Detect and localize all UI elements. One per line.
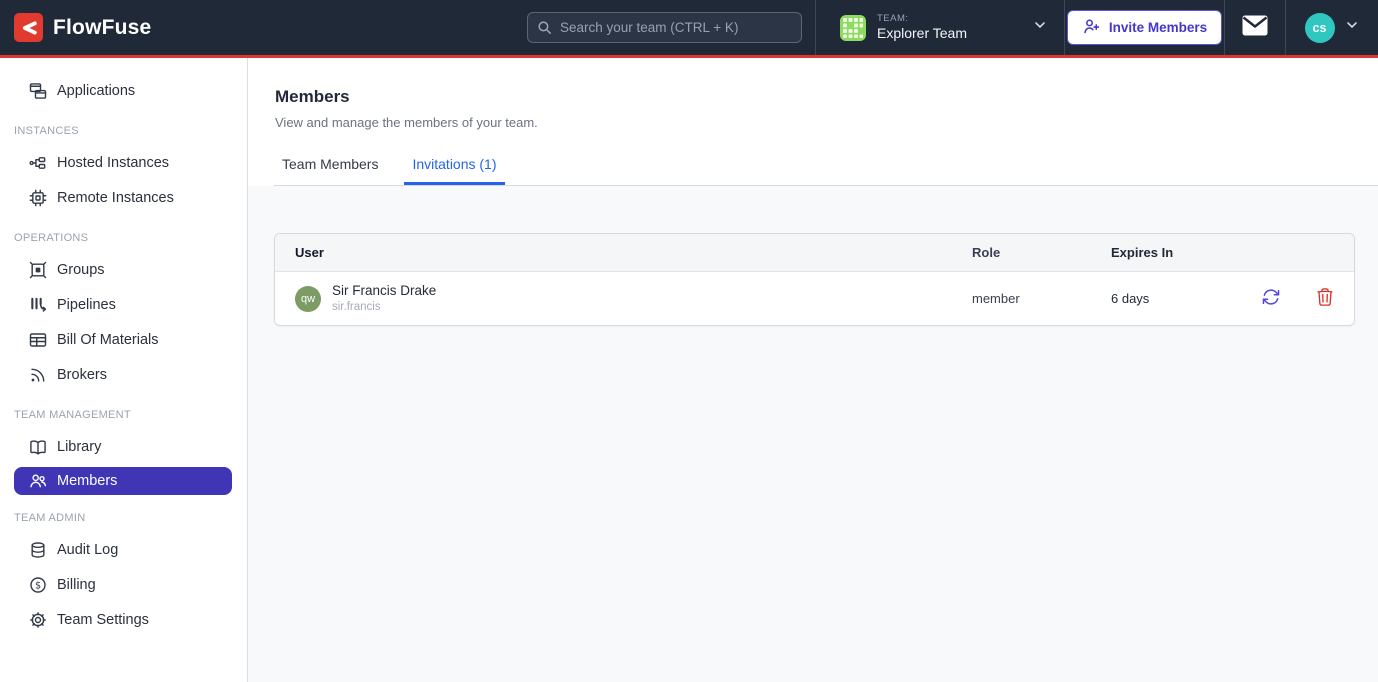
sidebar-item-billing[interactable]: $ Billing — [0, 567, 247, 602]
team-selector[interactable]: TEAM: Explorer Team — [816, 0, 1064, 55]
tab-invitations[interactable]: Invitations (1) — [404, 156, 504, 185]
hosted-instances-icon — [28, 153, 48, 173]
top-navbar: FlowFuse TEAM: Explorer Team — [0, 0, 1378, 55]
column-header-user: User — [275, 245, 972, 260]
sidebar-item-label: Bill Of Materials — [57, 332, 159, 348]
column-header-expires-in: Expires In — [1111, 245, 1245, 260]
sidebar-section-team-admin: TEAM ADMIN — [0, 512, 247, 524]
chevron-down-icon — [1032, 17, 1048, 38]
user-cell: qw Sir Francis Drake sir.francis — [275, 283, 972, 314]
sidebar-item-hosted-instances[interactable]: Hosted Instances — [0, 145, 247, 180]
sidebar-item-members[interactable]: Members — [14, 467, 232, 495]
team-label: TEAM: — [877, 14, 967, 25]
groups-icon — [28, 260, 48, 280]
invite-members-label: Invite Members — [1109, 20, 1207, 35]
sidebar-item-label: Remote Instances — [57, 190, 174, 206]
book-open-icon — [28, 437, 48, 457]
flowfuse-logo-icon — [14, 13, 43, 42]
sidebar-item-team-settings[interactable]: Team Settings — [0, 602, 247, 637]
chip-icon — [28, 188, 48, 208]
table-header-row: User Role Expires In — [275, 234, 1354, 272]
team-name: Explorer Team — [877, 25, 967, 41]
chevron-down-icon — [1344, 17, 1360, 38]
sidebar-item-brokers[interactable]: Brokers — [0, 357, 247, 392]
sidebar-item-label: Hosted Instances — [57, 155, 169, 171]
sidebar: Applications INSTANCES Hosted Instances … — [0, 58, 248, 682]
resend-cell — [1245, 285, 1297, 312]
sidebar-section-operations: OPERATIONS — [0, 232, 247, 244]
user-group-icon — [28, 471, 48, 491]
team-texts: TEAM: Explorer Team — [877, 14, 967, 41]
sidebar-item-label: Audit Log — [57, 542, 118, 558]
broadcast-icon — [28, 365, 48, 385]
database-icon — [28, 540, 48, 560]
user-avatar: cs — [1305, 13, 1335, 43]
main-content: Members View and manage the members of y… — [248, 58, 1378, 682]
sidebar-item-label: Pipelines — [57, 297, 116, 313]
user-menu[interactable]: cs — [1286, 0, 1378, 55]
tab-team-members[interactable]: Team Members — [274, 156, 386, 185]
applications-icon — [28, 81, 48, 101]
expires-cell: 6 days — [1111, 291, 1245, 306]
invite-wrap: Invite Members — [1065, 0, 1224, 55]
pipelines-icon — [28, 295, 48, 315]
sidebar-item-label: Applications — [57, 83, 135, 99]
user-texts: Sir Francis Drake sir.francis — [332, 283, 436, 314]
trash-icon — [1315, 287, 1335, 310]
avatar: qw — [295, 286, 321, 312]
svg-text:$: $ — [35, 580, 41, 591]
user-name: Sir Francis Drake — [332, 283, 436, 300]
refresh-icon — [1261, 287, 1281, 310]
sidebar-item-remote-instances[interactable]: Remote Instances — [0, 180, 247, 215]
navbar-right: TEAM: Explorer Team Invite Members — [815, 0, 1378, 55]
search-icon — [536, 19, 553, 41]
team-search — [527, 12, 802, 43]
user-username: sir.francis — [332, 300, 436, 314]
gear-icon — [28, 610, 48, 630]
sidebar-item-label: Brokers — [57, 367, 107, 383]
sidebar-item-applications[interactable]: Applications — [0, 73, 247, 108]
column-header-role: Role — [972, 245, 1111, 260]
delete-invite-button[interactable] — [1313, 285, 1337, 312]
brand-name: FlowFuse — [53, 16, 151, 40]
user-plus-icon — [1082, 17, 1101, 39]
invitations-panel: User Role Expires In qw Sir Francis Drak… — [248, 186, 1378, 682]
sidebar-item-groups[interactable]: Groups — [0, 252, 247, 287]
sidebar-section-team-management: TEAM MANAGEMENT — [0, 409, 247, 421]
invitations-table: User Role Expires In qw Sir Francis Drak… — [274, 233, 1355, 326]
sidebar-item-label: Groups — [57, 262, 105, 278]
sidebar-item-label: Members — [57, 473, 117, 489]
resend-invite-button[interactable] — [1259, 285, 1283, 312]
table-icon — [28, 330, 48, 350]
page-title: Members — [275, 87, 1378, 106]
role-cell: member — [972, 291, 1111, 306]
delete-cell — [1297, 285, 1352, 312]
sidebar-item-library[interactable]: Library — [0, 429, 247, 464]
sidebar-item-label: Team Settings — [57, 612, 149, 628]
sidebar-item-bill-of-materials[interactable]: Bill Of Materials — [0, 322, 247, 357]
page-header: Members View and manage the members of y… — [248, 58, 1378, 186]
page-subtitle: View and manage the members of your team… — [275, 115, 1378, 130]
sidebar-item-label: Library — [57, 439, 101, 455]
notifications-button[interactable] — [1225, 0, 1285, 55]
tab-bar: Team Members Invitations (1) — [274, 156, 1378, 186]
table-row: qw Sir Francis Drake sir.francis member … — [275, 272, 1354, 325]
sidebar-item-label: Billing — [57, 577, 96, 593]
dollar-circle-icon: $ — [28, 575, 48, 595]
mail-icon — [1242, 15, 1268, 41]
team-avatar-icon — [840, 15, 866, 41]
sidebar-item-pipelines[interactable]: Pipelines — [0, 287, 247, 322]
sidebar-section-instances: INSTANCES — [0, 125, 247, 137]
search-input[interactable] — [527, 12, 802, 43]
invite-members-button[interactable]: Invite Members — [1067, 10, 1222, 45]
flowfuse-logo[interactable]: FlowFuse — [0, 13, 151, 42]
sidebar-item-audit-log[interactable]: Audit Log — [0, 532, 247, 567]
